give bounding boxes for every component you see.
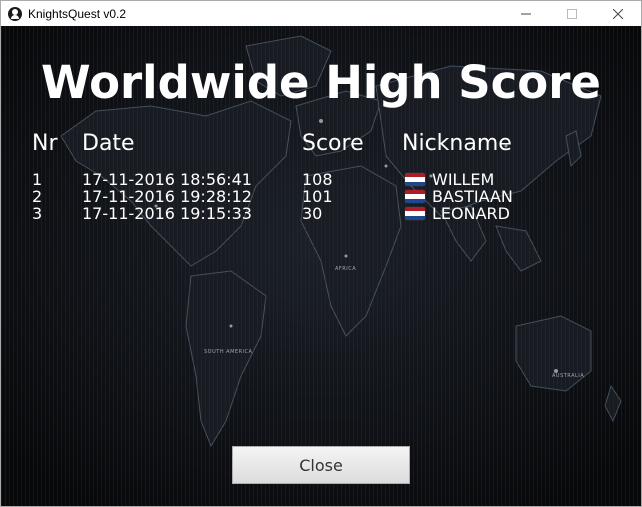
page-title: Worldwide High Score	[41, 56, 601, 109]
app-window: KnightsQuest v0.2 AFRICA SOUTH AMERICA A…	[0, 0, 642, 507]
title-bar[interactable]: KnightsQuest v0.2	[1, 1, 641, 26]
close-icon[interactable]	[595, 1, 641, 26]
app-icon	[8, 6, 22, 21]
netherlands-flag-icon	[405, 190, 425, 203]
netherlands-flag-icon	[405, 173, 425, 186]
score-cell: 108	[302, 170, 333, 189]
netherlands-flag-icon	[405, 207, 425, 220]
date-cell: 17-11-2016 19:15:33	[82, 204, 252, 223]
rank-cell: 1	[32, 170, 43, 189]
map-label-south-america: SOUTH AMERICA	[204, 349, 253, 355]
column-header-score: Score	[302, 131, 364, 156]
column-header-nr: Nr	[32, 131, 58, 156]
date-cell: 17-11-2016 18:56:41	[82, 170, 252, 189]
date-cell: 17-11-2016 19:28:12	[82, 187, 252, 206]
column-header-date: Date	[82, 131, 135, 156]
map-label-africa: AFRICA	[335, 266, 356, 272]
nickname-cell: LEONARD	[432, 204, 510, 223]
maximize-icon[interactable]	[549, 1, 595, 26]
table-row: 3 17-11-2016 19:15:33 30 LEONARD	[1, 205, 641, 222]
map-label-australia: AUSTRALIA	[552, 373, 584, 379]
highscore-panel: AFRICA SOUTH AMERICA AUSTRALIA Worldwide…	[1, 26, 641, 506]
column-header-nickname: Nickname	[402, 131, 512, 156]
close-button[interactable]: Close	[232, 446, 410, 484]
window-title: KnightsQuest v0.2	[28, 6, 127, 21]
rank-cell: 3	[32, 204, 43, 223]
table-row: 1 17-11-2016 18:56:41 108 WILLEM	[1, 171, 641, 188]
minimize-icon[interactable]	[503, 1, 549, 26]
table-row: 2 17-11-2016 19:28:12 101 BASTIAAN	[1, 188, 641, 205]
nickname-cell: WILLEM	[432, 170, 495, 189]
window-controls	[503, 1, 641, 26]
score-cell: 101	[302, 187, 333, 206]
score-cell: 30	[302, 204, 323, 223]
rank-cell: 2	[32, 187, 43, 206]
nickname-cell: BASTIAAN	[432, 187, 513, 206]
